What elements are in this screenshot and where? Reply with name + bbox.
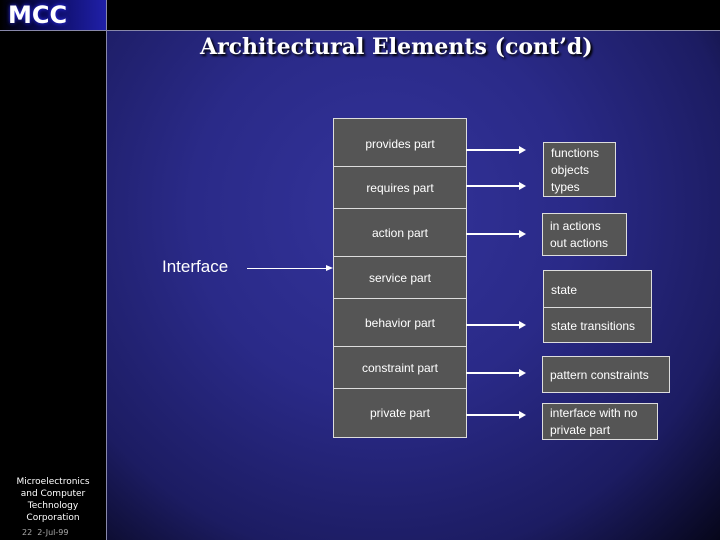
footer-date: 22 2-Jul-99 — [22, 528, 68, 537]
part-private: private part — [369, 406, 431, 420]
target-line: types — [551, 180, 580, 194]
target-pattern-constraints: pattern constraints — [542, 356, 670, 393]
part-action: action part — [334, 209, 466, 257]
arrow-behavior — [466, 321, 526, 329]
target-functions-objects-types: functions objects types — [543, 142, 616, 197]
target-line: functions — [551, 146, 600, 160]
org-line: Technology — [27, 501, 79, 511]
target-state-transitions: state transitions — [551, 319, 636, 333]
part-provides: provides part — [334, 119, 466, 167]
part-service: service part — [334, 257, 466, 299]
target-state-group: state state transitions — [543, 270, 652, 343]
target-line: pattern constraints — [550, 368, 649, 382]
target-line: interface with no — [550, 406, 638, 420]
part-requires: requires part — [334, 167, 466, 209]
target-line: objects — [551, 163, 590, 177]
sidebar-divider — [106, 0, 107, 540]
organization-name: Microelectronics and Computer Technology… — [0, 476, 106, 524]
arrow-provides — [466, 146, 526, 154]
arrow-private — [466, 411, 526, 419]
arrow-requires — [466, 182, 526, 190]
target-line: private part — [550, 423, 611, 437]
logo-band: MCC — [0, 0, 106, 30]
target-line: out actions — [550, 236, 609, 250]
date-text: 2-Jul-99 — [37, 528, 69, 537]
target-state: state — [544, 271, 651, 308]
org-line: and Computer — [20, 489, 86, 499]
interface-label: Interface — [162, 257, 229, 276]
sidebar — [0, 0, 106, 540]
interface-arrow — [247, 265, 333, 271]
target-line: in actions — [550, 219, 601, 233]
target-interface-no-private: interface with no private part — [542, 403, 658, 440]
slide-title: Architectural Elements (cont’d) — [200, 34, 593, 60]
arrow-constraint — [466, 369, 526, 377]
header-divider — [0, 30, 720, 31]
page-number: 22 — [22, 528, 33, 537]
part-constraint: constraint part — [334, 347, 466, 389]
org-line: Microelectronics — [16, 477, 90, 487]
target-actions: in actions out actions — [542, 213, 627, 256]
part-behavior: behavior part — [334, 299, 466, 347]
org-line: Corporation — [26, 513, 80, 523]
mcc-logo: MCC — [8, 1, 68, 29]
interface-parts-stack: provides part requires part action part … — [333, 118, 467, 438]
arrow-action — [466, 230, 526, 238]
